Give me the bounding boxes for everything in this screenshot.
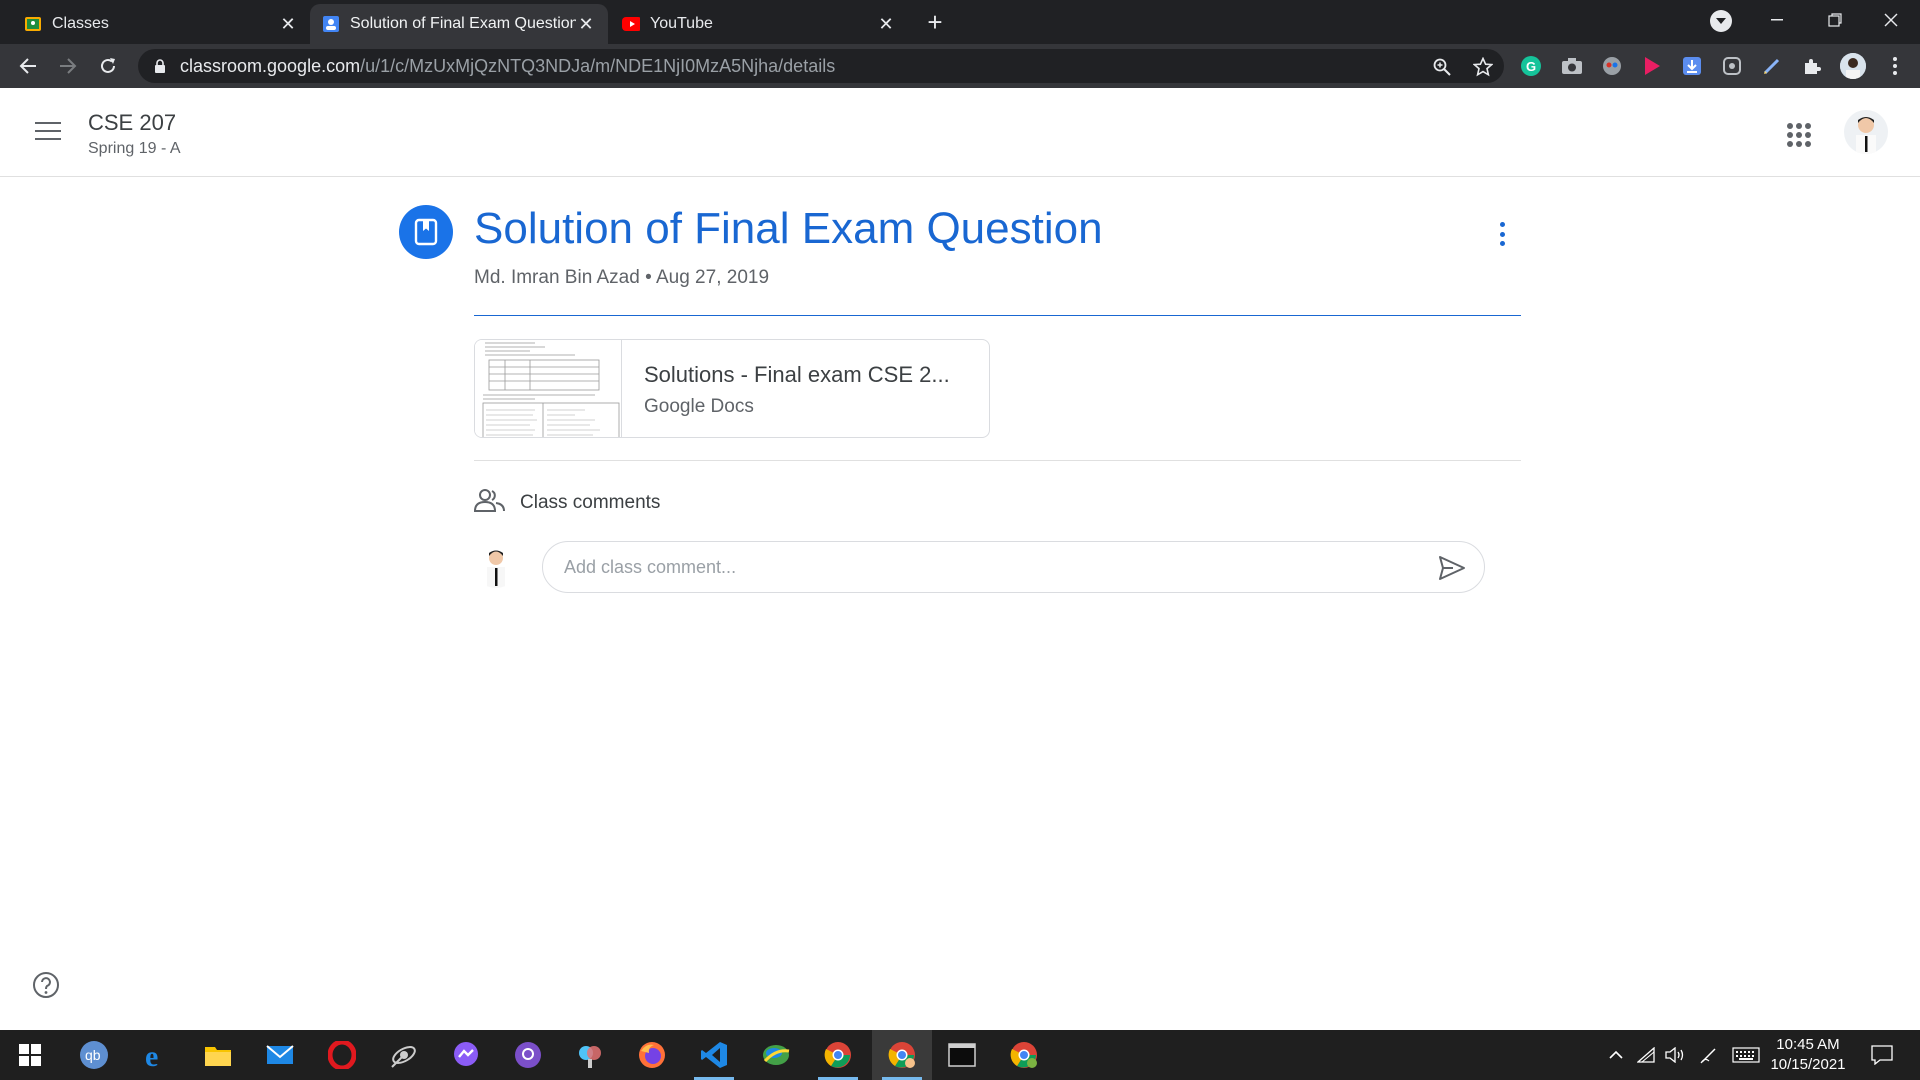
extension-icon[interactable] <box>1601 55 1623 77</box>
download-icon[interactable] <box>1681 55 1703 77</box>
messenger-icon[interactable] <box>438 1030 494 1080</box>
user-avatar <box>474 544 518 588</box>
address-bar[interactable]: classroom.google.com/u/1/c/MzUxMjQzNTQ3N… <box>138 49 1504 83</box>
touch-keyboard-icon[interactable] <box>1730 1030 1762 1080</box>
comment-box <box>542 541 1485 593</box>
chrome-icon[interactable] <box>810 1030 866 1080</box>
browser-menu-icon[interactable] <box>1884 55 1906 77</box>
extension-icon[interactable] <box>1721 55 1743 77</box>
chrome-active-icon[interactable] <box>872 1030 932 1080</box>
new-tab-button[interactable]: + <box>921 8 949 36</box>
class-name[interactable]: CSE 207 <box>88 110 176 136</box>
tab-solution[interactable]: Solution of Final Exam Question ✕ <box>310 4 608 44</box>
svg-text:e: e <box>145 1041 158 1069</box>
clock-time: 10:45 AM <box>1776 1036 1840 1053</box>
tab-title: YouTube <box>650 15 713 32</box>
clock-date: 10/15/2021 <box>1770 1056 1846 1073</box>
forward-icon[interactable] <box>54 52 82 80</box>
send-icon[interactable] <box>1438 555 1466 581</box>
main-menu-icon[interactable] <box>35 122 61 142</box>
class-comments-header: Class comments <box>473 488 661 517</box>
volume-icon[interactable] <box>1662 1030 1688 1080</box>
close-tab-icon[interactable]: ✕ <box>576 14 596 34</box>
class-comment-input[interactable] <box>564 556 1384 578</box>
pen-icon[interactable] <box>1761 55 1783 77</box>
class-comments-label: Class comments <box>520 491 661 513</box>
help-icon[interactable] <box>32 971 60 999</box>
content-divider <box>474 460 1521 461</box>
back-icon[interactable] <box>14 52 42 80</box>
minimize-icon[interactable] <box>1748 0 1806 40</box>
classroom-header: CSE 207 Spring 19 - A <box>0 88 1920 177</box>
file-explorer-icon[interactable] <box>190 1030 246 1080</box>
opera-icon[interactable] <box>314 1030 370 1080</box>
classroom-favicon-icon <box>24 15 42 33</box>
tab-youtube[interactable]: YouTube ✕ <box>610 4 908 44</box>
close-tab-icon[interactable]: ✕ <box>278 14 298 34</box>
restore-icon[interactable] <box>1806 0 1864 40</box>
notifications-icon[interactable] <box>1864 1030 1900 1080</box>
google-apps-icon[interactable] <box>1787 123 1811 147</box>
attachment-name[interactable]: Solutions - Final exam CSE 2... <box>644 362 950 388</box>
network-icon[interactable] <box>1634 1030 1658 1080</box>
document-thumbnail <box>475 340 622 437</box>
post-meta: Md. Imran Bin Azad • Aug 27, 2019 <box>474 267 769 289</box>
app-icon[interactable] <box>562 1030 618 1080</box>
url-text[interactable]: classroom.google.com/u/1/c/MzUxMjQzNTQ3N… <box>180 56 835 77</box>
camera-icon[interactable] <box>1561 55 1583 77</box>
satellite-app-icon[interactable] <box>376 1030 432 1080</box>
tab-strip: Classes ✕ Solution of Final Exam Questio… <box>0 0 1920 44</box>
mail-icon[interactable] <box>252 1030 308 1080</box>
pen-workspace-icon[interactable] <box>1696 1030 1722 1080</box>
qbittorrent-icon[interactable]: qb <box>66 1030 122 1080</box>
account-avatar[interactable] <box>1844 110 1888 154</box>
puzzle-icon[interactable] <box>1801 55 1823 77</box>
svg-text:G: G <box>1526 59 1536 74</box>
material-post-icon <box>399 205 453 259</box>
app-icon[interactable] <box>748 1030 804 1080</box>
start-button[interactable] <box>2 1030 58 1080</box>
classroom-assignment-favicon-icon <box>322 15 340 33</box>
edge-icon[interactable]: e <box>128 1030 184 1080</box>
attachment-card[interactable]: Solutions - Final exam CSE 2... Google D… <box>474 339 990 438</box>
github-icon[interactable] <box>500 1030 556 1080</box>
zoom-icon[interactable] <box>1432 57 1452 77</box>
terminal-icon[interactable] <box>934 1030 990 1080</box>
windows-taskbar: qb e 10:45 AM 10/15/2021 <box>0 1030 1920 1080</box>
vscode-icon[interactable] <box>686 1030 742 1080</box>
youtube-favicon-icon <box>622 15 640 33</box>
profile-avatar[interactable] <box>1840 53 1866 79</box>
more-options-icon[interactable] <box>1490 220 1514 248</box>
title-divider <box>474 315 1521 316</box>
svg-text:qb: qb <box>85 1047 101 1063</box>
system-clock[interactable]: 10:45 AM 10/15/2021 <box>1762 1035 1854 1075</box>
post-date: Aug 27, 2019 <box>655 267 770 288</box>
grammarly-icon[interactable]: G <box>1520 55 1542 77</box>
show-hidden-icons-icon[interactable] <box>1604 1030 1628 1080</box>
attachment-type: Google Docs <box>644 396 754 417</box>
tab-search-icon[interactable] <box>1710 10 1732 32</box>
meta-separator: • <box>645 267 652 288</box>
play-icon[interactable] <box>1641 55 1663 77</box>
browser-toolbar: classroom.google.com/u/1/c/MzUxMjQzNTQ3N… <box>0 44 1920 88</box>
lock-icon[interactable] <box>152 58 168 74</box>
post-author: Md. Imran Bin Azad <box>474 267 640 288</box>
reload-icon[interactable] <box>94 52 122 80</box>
class-section: Spring 19 - A <box>88 140 181 157</box>
people-icon <box>473 488 506 517</box>
tab-classes[interactable]: Classes ✕ <box>12 4 310 44</box>
post-title: Solution of Final Exam Question <box>474 204 1103 253</box>
tab-title: Solution of Final Exam Question <box>350 15 576 32</box>
close-tab-icon[interactable]: ✕ <box>876 14 896 34</box>
chrome-icon[interactable] <box>996 1030 1052 1080</box>
bookmark-star-icon[interactable] <box>1473 57 1493 77</box>
tab-title: Classes <box>52 15 109 32</box>
firefox-icon[interactable] <box>624 1030 680 1080</box>
close-window-icon[interactable] <box>1862 0 1920 40</box>
